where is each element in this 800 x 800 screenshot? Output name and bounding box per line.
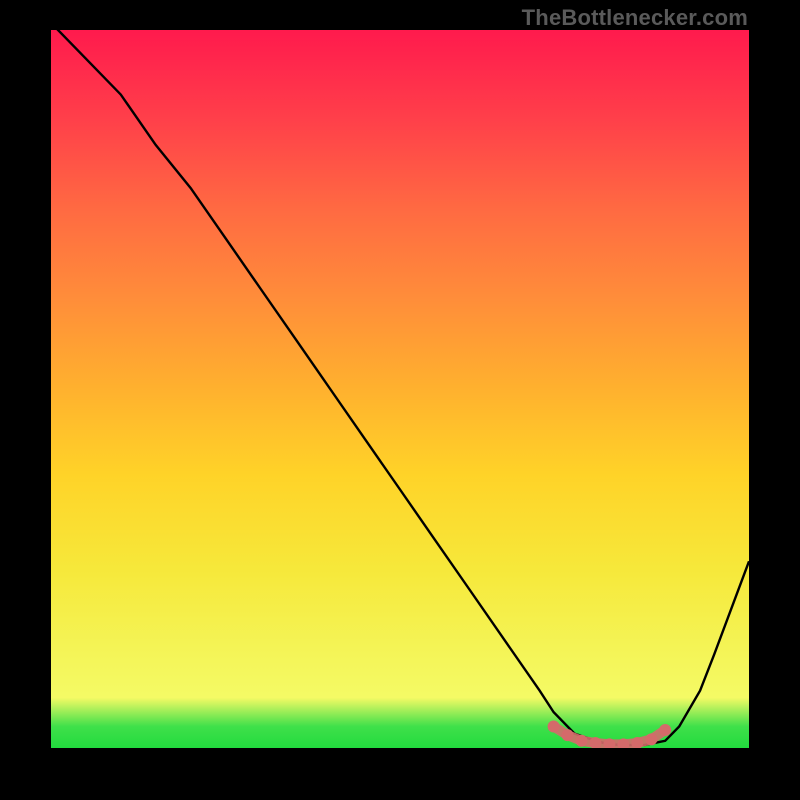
marker-dot <box>645 733 657 745</box>
plot-area <box>51 30 749 748</box>
marker-dot <box>576 735 588 747</box>
curve-line <box>51 30 749 745</box>
marker-dot <box>548 721 560 733</box>
chart-frame: TheBottleneckеr.com <box>0 0 800 800</box>
marker-dot <box>562 729 574 741</box>
marker-dot <box>659 724 671 736</box>
chart-svg <box>51 30 749 748</box>
watermark-text: TheBottleneckеr.com <box>522 5 748 31</box>
